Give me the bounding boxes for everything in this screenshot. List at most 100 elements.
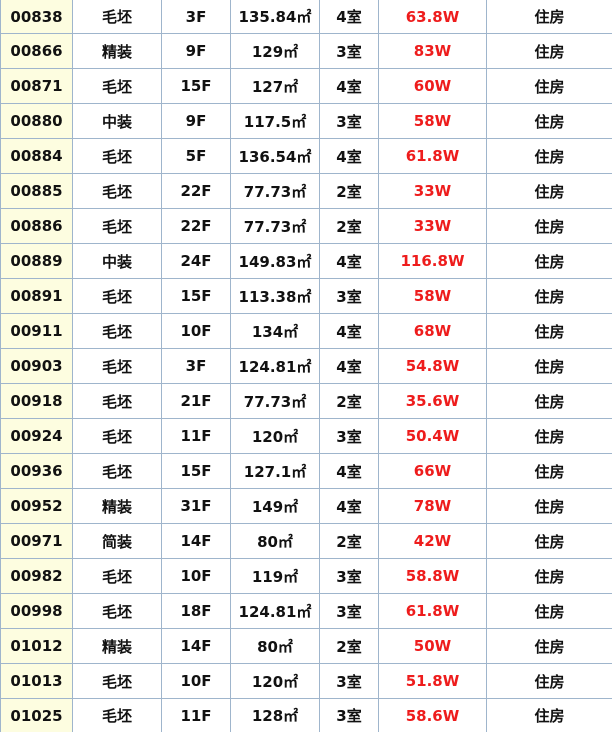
price-cell: 63.8W xyxy=(378,0,487,34)
price-cell: 58.8W xyxy=(378,558,487,594)
area-cell: 124.81㎡ xyxy=(230,593,320,629)
area-cell: 80㎡ xyxy=(230,628,320,664)
rooms-cell: 2室 xyxy=(319,383,379,419)
floor-cell: 9F xyxy=(161,33,231,69)
decoration-cell: 毛坯 xyxy=(72,698,162,732)
rooms-cell: 3室 xyxy=(319,558,379,594)
decoration-cell: 毛坯 xyxy=(72,0,162,34)
decoration-cell: 中装 xyxy=(72,103,162,139)
price-cell: 58.6W xyxy=(378,698,487,732)
rooms-cell: 3室 xyxy=(319,103,379,139)
table-row: 00971 简装 14F 80㎡ 2室 42W 住房 xyxy=(0,523,612,559)
property-type-cell: 住房 xyxy=(486,453,612,489)
area-cell: 127㎡ xyxy=(230,68,320,104)
area-cell: 77.73㎡ xyxy=(230,173,320,209)
floor-cell: 10F xyxy=(161,663,231,699)
table-row: 00998 毛坯 18F 124.81㎡ 3室 61.8W 住房 xyxy=(0,593,612,629)
table-row: 00911 毛坯 10F 134㎡ 4室 68W 住房 xyxy=(0,313,612,349)
decoration-cell: 毛坯 xyxy=(72,68,162,104)
table-row: 00885 毛坯 22F 77.73㎡ 2室 33W 住房 xyxy=(0,173,612,209)
rooms-cell: 2室 xyxy=(319,173,379,209)
floor-cell: 10F xyxy=(161,313,231,349)
area-cell: 120㎡ xyxy=(230,418,320,454)
floor-cell: 15F xyxy=(161,68,231,104)
listing-id-cell: 00885 xyxy=(0,173,73,209)
table-row: 01025 毛坯 11F 128㎡ 3室 58.6W 住房 xyxy=(0,698,612,732)
floor-cell: 31F xyxy=(161,488,231,524)
area-cell: 77.73㎡ xyxy=(230,383,320,419)
price-cell: 51.8W xyxy=(378,663,487,699)
listing-id-cell: 00884 xyxy=(0,138,73,174)
property-type-cell: 住房 xyxy=(486,593,612,629)
property-type-cell: 住房 xyxy=(486,0,612,34)
area-cell: 149㎡ xyxy=(230,488,320,524)
floor-cell: 18F xyxy=(161,593,231,629)
rooms-cell: 4室 xyxy=(319,0,379,34)
table-row: 00889 中装 24F 149.83㎡ 4室 116.8W 住房 xyxy=(0,243,612,279)
price-cell: 68W xyxy=(378,313,487,349)
area-cell: 149.83㎡ xyxy=(230,243,320,279)
table-row: 00982 毛坯 10F 119㎡ 3室 58.8W 住房 xyxy=(0,558,612,594)
rooms-cell: 3室 xyxy=(319,278,379,314)
listing-body: 00838 毛坯 3F 135.84㎡ 4室 63.8W 住房 00866 精装 9F 129㎡ 3室… xyxy=(0,0,612,732)
property-type-cell: 住房 xyxy=(486,663,612,699)
area-cell: 113.38㎡ xyxy=(230,278,320,314)
rooms-cell: 3室 xyxy=(319,593,379,629)
floor-cell: 21F xyxy=(161,383,231,419)
property-type-cell: 住房 xyxy=(486,313,612,349)
listing-id-cell: 00971 xyxy=(0,523,73,559)
listing-id-cell: 00871 xyxy=(0,68,73,104)
decoration-cell: 毛坯 xyxy=(72,278,162,314)
table-row: 00952 精装 31F 149㎡ 4室 78W 住房 xyxy=(0,488,612,524)
table-row: 00838 毛坯 3F 135.84㎡ 4室 63.8W 住房 xyxy=(0,0,612,34)
decoration-cell: 精装 xyxy=(72,488,162,524)
rooms-cell: 2室 xyxy=(319,523,379,559)
price-cell: 50.4W xyxy=(378,418,487,454)
table-row: 01012 精装 14F 80㎡ 2室 50W 住房 xyxy=(0,628,612,664)
floor-cell: 11F xyxy=(161,418,231,454)
area-cell: 134㎡ xyxy=(230,313,320,349)
price-cell: 42W xyxy=(378,523,487,559)
property-type-cell: 住房 xyxy=(486,173,612,209)
property-type-cell: 住房 xyxy=(486,418,612,454)
property-type-cell: 住房 xyxy=(486,628,612,664)
listing-id-cell: 00838 xyxy=(0,0,73,34)
listing-id-cell: 00889 xyxy=(0,243,73,279)
area-cell: 117.5㎡ xyxy=(230,103,320,139)
area-cell: 124.81㎡ xyxy=(230,348,320,384)
property-type-cell: 住房 xyxy=(486,558,612,594)
property-type-cell: 住房 xyxy=(486,383,612,419)
table-row: 00924 毛坯 11F 120㎡ 3室 50.4W 住房 xyxy=(0,418,612,454)
property-type-cell: 住房 xyxy=(486,488,612,524)
price-cell: 61.8W xyxy=(378,138,487,174)
listing-id-cell: 01012 xyxy=(0,628,73,664)
listing-id-cell: 00903 xyxy=(0,348,73,384)
price-cell: 33W xyxy=(378,173,487,209)
decoration-cell: 中装 xyxy=(72,243,162,279)
rooms-cell: 4室 xyxy=(319,488,379,524)
decoration-cell: 精装 xyxy=(72,628,162,664)
floor-cell: 15F xyxy=(161,278,231,314)
decoration-cell: 毛坯 xyxy=(72,663,162,699)
table-row: 00871 毛坯 15F 127㎡ 4室 60W 住房 xyxy=(0,68,612,104)
decoration-cell: 毛坯 xyxy=(72,313,162,349)
property-type-cell: 住房 xyxy=(486,33,612,69)
table-row: 00903 毛坯 3F 124.81㎡ 4室 54.8W 住房 xyxy=(0,348,612,384)
property-type-cell: 住房 xyxy=(486,103,612,139)
floor-cell: 3F xyxy=(161,348,231,384)
table-row: 00936 毛坯 15F 127.1㎡ 4室 66W 住房 xyxy=(0,453,612,489)
area-cell: 120㎡ xyxy=(230,663,320,699)
floor-cell: 22F xyxy=(161,173,231,209)
decoration-cell: 毛坯 xyxy=(72,418,162,454)
table-row: 01013 毛坯 10F 120㎡ 3室 51.8W 住房 xyxy=(0,663,612,699)
property-type-cell: 住房 xyxy=(486,208,612,244)
listing-id-cell: 01025 xyxy=(0,698,73,732)
rooms-cell: 2室 xyxy=(319,628,379,664)
area-cell: 119㎡ xyxy=(230,558,320,594)
floor-cell: 15F xyxy=(161,453,231,489)
table-row: 00891 毛坯 15F 113.38㎡ 3室 58W 住房 xyxy=(0,278,612,314)
table-row: 00886 毛坯 22F 77.73㎡ 2室 33W 住房 xyxy=(0,208,612,244)
floor-cell: 3F xyxy=(161,0,231,34)
property-type-cell: 住房 xyxy=(486,68,612,104)
area-cell: 80㎡ xyxy=(230,523,320,559)
